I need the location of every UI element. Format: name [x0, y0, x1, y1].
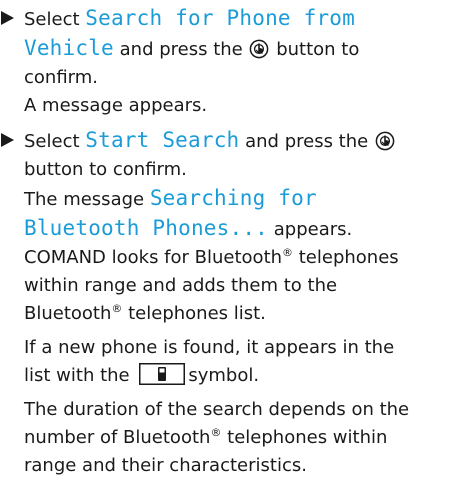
mobile-phone-icon: [139, 363, 186, 385]
controller-knob-icon: [249, 39, 269, 59]
step-instruction: Select Start Search and press the button…: [24, 126, 462, 184]
registered-mark: ®: [210, 426, 222, 439]
step-result: A message appears.: [24, 95, 208, 116]
step-text: telephones list.: [122, 303, 266, 324]
triangle-right-icon: [1, 126, 15, 154]
step-text: Select: [24, 9, 86, 30]
step-text: button to confirm.: [24, 159, 187, 180]
instruction-list: Select Search for Phone from Vehicle and…: [0, 4, 462, 480]
duration-note: The duration of the search depends on th…: [24, 396, 462, 480]
registered-mark: ®: [282, 246, 294, 259]
triangle-right-icon: [1, 4, 15, 32]
step-text: symbol.: [188, 365, 260, 386]
step-text: list with the: [24, 365, 136, 386]
step-text: telephones within: [221, 427, 388, 448]
step-text: confirm.: [24, 67, 98, 88]
step-text: The message: [24, 189, 150, 210]
display-text: Bluetooth Phones...: [24, 216, 269, 240]
step-text: button to: [270, 39, 360, 60]
display-text: Vehicle: [24, 36, 114, 60]
controller-knob-icon: [375, 131, 395, 151]
found-note: If a new phone is found, it appears in t…: [24, 334, 462, 390]
step-text: appears.: [268, 219, 353, 240]
step-text: The duration of the search depends on th…: [24, 399, 410, 420]
step-text: and press the: [113, 39, 249, 60]
display-text: Search for Phone from: [85, 6, 355, 30]
display-text: Searching for: [149, 186, 317, 210]
step-message: The message Searching for Bluetooth Phon…: [24, 184, 462, 328]
step-text: If a new phone is found, it appears in t…: [24, 337, 395, 358]
step-search-for-phone: Select Search for Phone from Vehicle and…: [0, 4, 462, 120]
step-text: and press the: [239, 131, 374, 152]
step-text: within range and adds them to the: [24, 275, 338, 296]
step-text: Select: [24, 131, 86, 152]
step-text: Bluetooth: [24, 303, 112, 324]
registered-mark: ®: [111, 302, 123, 315]
step-text: number of Bluetooth: [24, 427, 211, 448]
step-text: COMAND looks for Bluetooth: [24, 247, 283, 268]
step-text: telephones: [293, 247, 399, 268]
step-start-search: Select Start Search and press the button…: [0, 126, 462, 480]
step-instruction: Select Search for Phone from Vehicle and…: [24, 4, 462, 92]
step-text: range and their characteristics.: [24, 455, 307, 476]
display-text: Start Search: [85, 128, 240, 152]
